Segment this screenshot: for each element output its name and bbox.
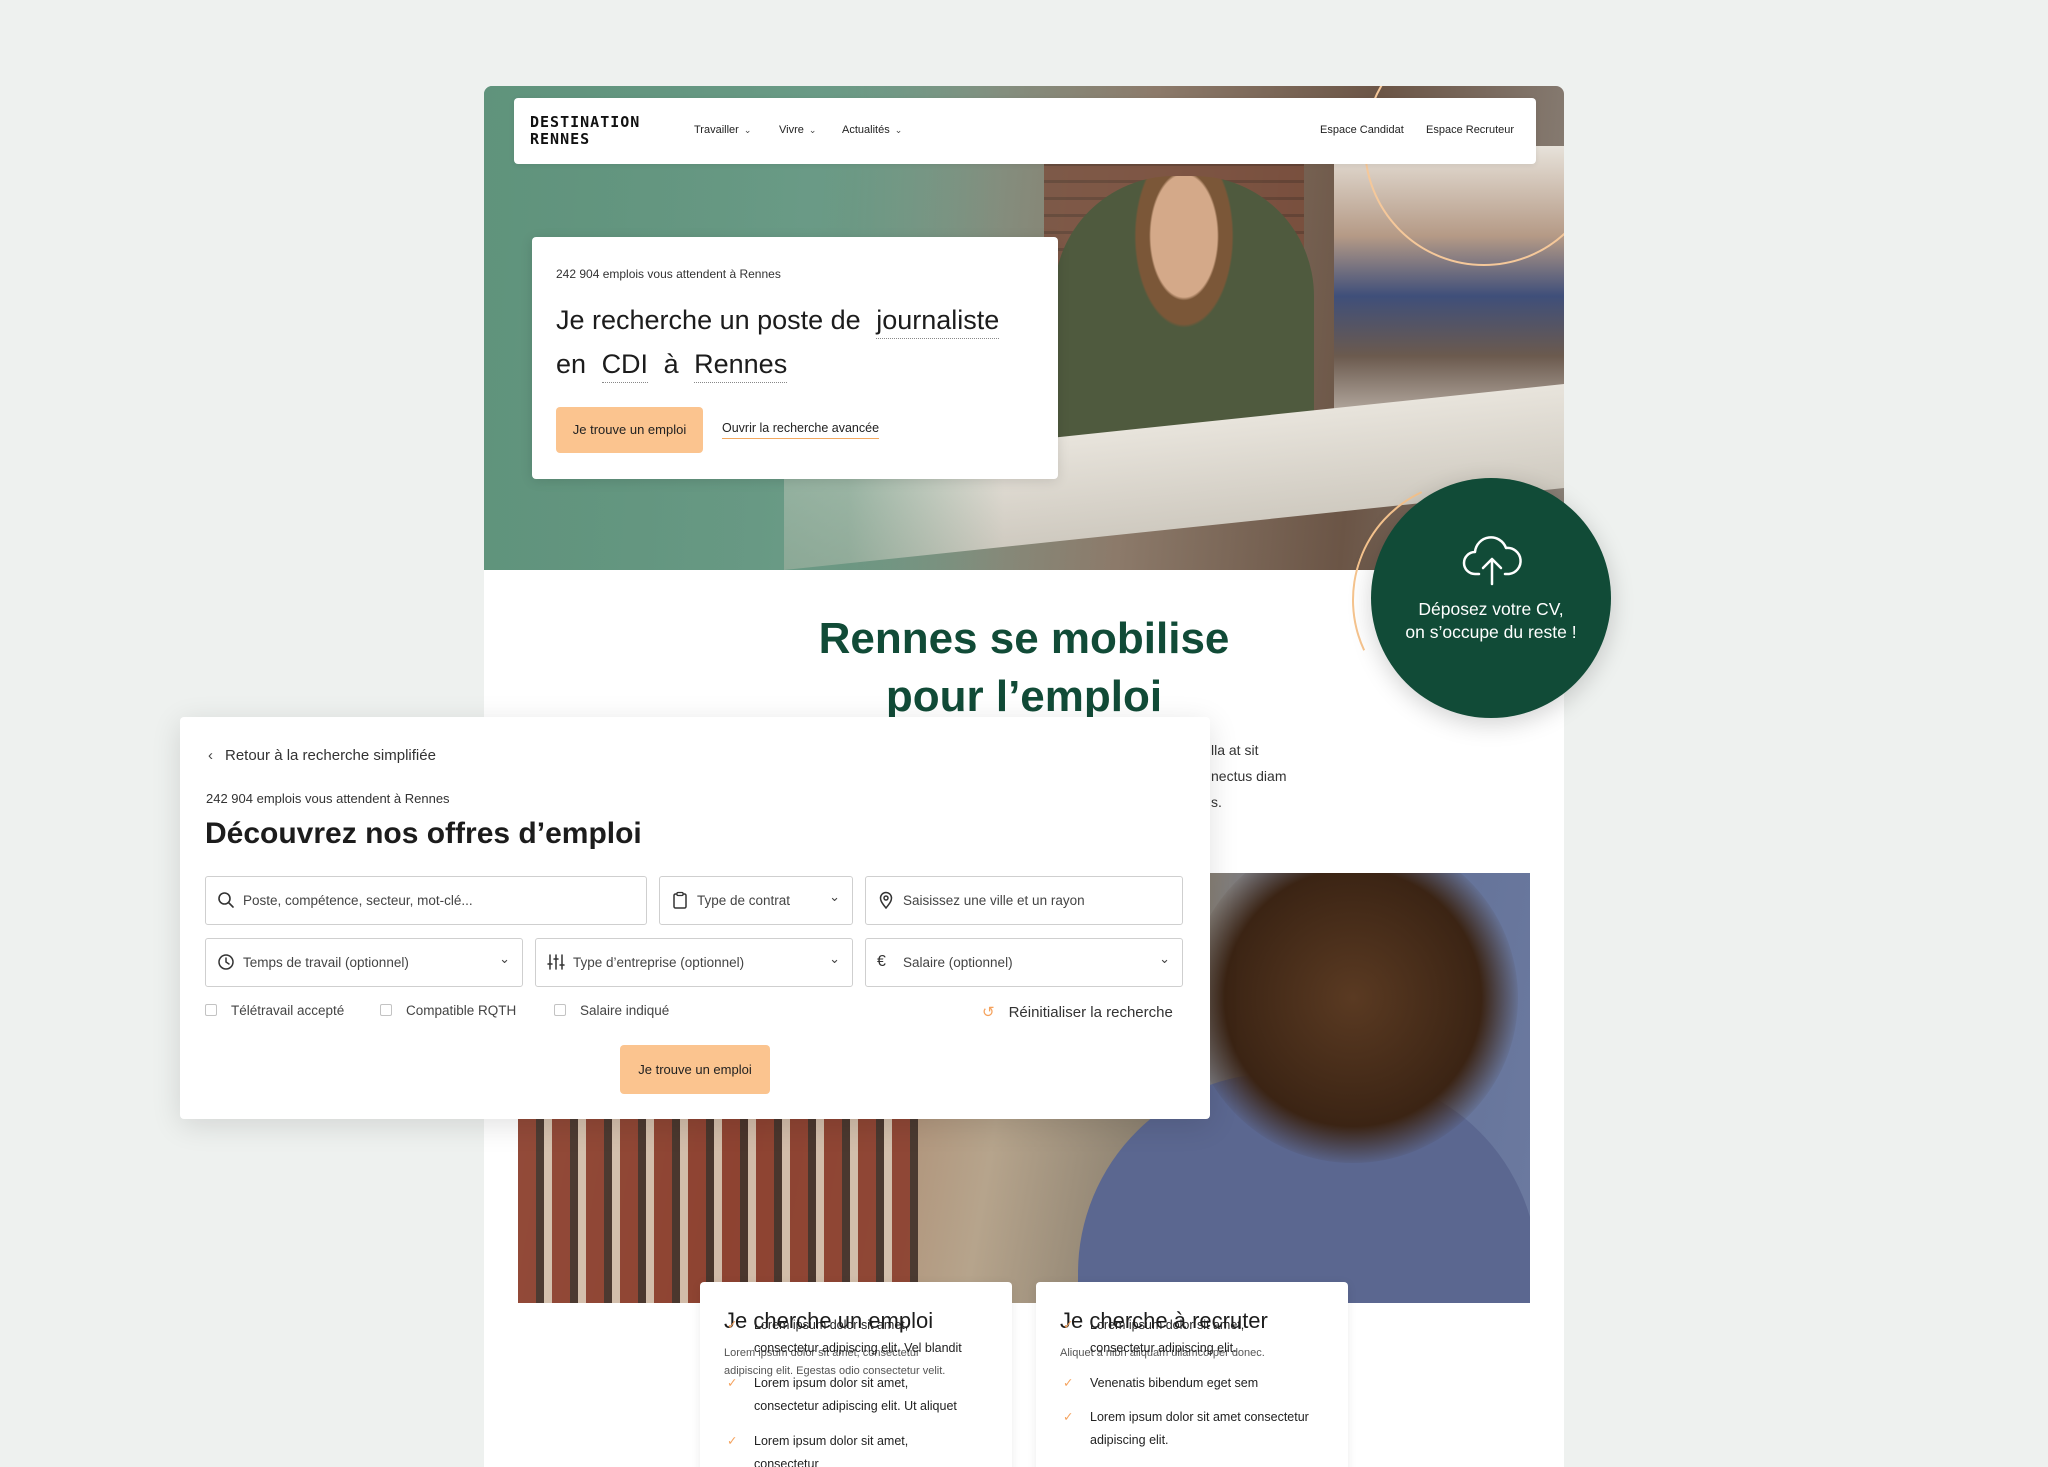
chevron-down-icon: ⌄ xyxy=(808,125,817,135)
nav-espace-candidat[interactable]: Espace Candidat xyxy=(1320,124,1404,136)
map-pin-icon xyxy=(879,891,893,909)
hero-banner: DESTINATION RENNES Travailler ⌄ Vivre ⌄ Ac… xyxy=(484,86,1564,570)
nav-item-actualites[interactable]: Actualités ⌄ xyxy=(842,124,902,136)
nav-espace-recruteur[interactable]: Espace Recruteur xyxy=(1426,124,1514,136)
work-time-select[interactable]: Temps de travail (optionnel) ⌄ xyxy=(205,938,523,987)
check-icon: ✓ xyxy=(1063,1410,1074,1424)
section-paragraph-line: nectus diam xyxy=(1211,768,1287,784)
section-paragraph-line: lla at sit xyxy=(1211,742,1259,758)
salary-shown-checkbox[interactable]: Salaire indiqué xyxy=(554,1003,669,1018)
upload-cv-label: Déposez votre CV, on s’occupe du reste ! xyxy=(1405,599,1577,642)
chevron-left-icon: ‹ xyxy=(208,747,213,764)
chevron-down-icon: ⌄ xyxy=(894,125,903,135)
advanced-search-link[interactable]: Ouvrir la recherche avancée xyxy=(722,421,880,439)
advanced-search-panel: ‹ Retour à la recherche simplifiée 242 90… xyxy=(180,717,1210,1119)
list-item: ✓ Venenatis bibendum eget sem xyxy=(1063,1372,1340,1395)
clock-icon xyxy=(218,954,234,970)
salary-select[interactable]: € Salaire (optionnel) ⌄ xyxy=(865,938,1183,987)
top-navigation-bar: DESTINATION RENNES Travailler ⌄ Vivre ⌄ Ac… xyxy=(514,98,1536,164)
search-icon xyxy=(218,892,234,908)
checkbox-box[interactable] xyxy=(380,1004,392,1016)
cloud-upload-icon xyxy=(1462,536,1522,586)
check-icon: ✓ xyxy=(1063,1376,1074,1390)
checkbox-box[interactable] xyxy=(205,1004,217,1016)
list-item: ✓ Lorem ipsum dolor sit amet, consectetur … xyxy=(727,1314,994,1360)
clipboard-icon xyxy=(673,891,687,909)
list-item: ✓ Lorem ipsum dolor sit amet, consectetur xyxy=(727,1430,994,1467)
checkbox-box[interactable] xyxy=(554,1004,566,1016)
nav-item-vivre[interactable]: Vivre ⌄ xyxy=(779,124,816,136)
check-icon: ✓ xyxy=(727,1376,738,1390)
find-job-button[interactable]: Je trouve un emploi xyxy=(556,407,703,453)
logo-line-2: RENNES xyxy=(530,130,591,148)
list-item: ✓ Lorem ipsum dolor sit amet, consectetur … xyxy=(727,1372,994,1418)
city-input[interactable]: Rennes xyxy=(694,349,788,383)
sliders-icon xyxy=(547,954,565,970)
quick-search-card: 242 904 emplois vous attendent à Rennes … xyxy=(532,237,1058,479)
keyword-search-input[interactable]: Poste, compétence, secteur, mot-clé... xyxy=(205,876,647,925)
job-count: 242 904 emplois vous attendent à Rennes xyxy=(206,791,450,806)
contract-type-select[interactable]: Type de contrat ⌄ xyxy=(659,876,853,925)
job-title-input[interactable]: journaliste xyxy=(876,305,1000,339)
euro-icon: € xyxy=(877,953,886,970)
find-job-button[interactable]: Je trouve un emploi xyxy=(620,1045,770,1094)
list-item: ✓ Lorem ipsum dolor sit amet, consectetur … xyxy=(1063,1314,1340,1360)
job-count: 242 904 emplois vous attendent à Rennes xyxy=(556,267,781,281)
site-logo[interactable]: DESTINATION RENNES xyxy=(530,114,640,148)
location-input[interactable]: Saisissez une ville et un rayon xyxy=(865,876,1183,925)
remote-work-checkbox[interactable]: Télétravail accepté xyxy=(205,1003,344,1018)
back-to-simple-search-link[interactable]: ‹ Retour à la recherche simplifiée xyxy=(208,747,436,764)
logo-line-1: DESTINATION xyxy=(530,113,641,131)
chevron-down-icon: ⌄ xyxy=(829,889,840,904)
chevron-down-icon: ⌄ xyxy=(743,125,752,135)
section-paragraph-line: s. xyxy=(1211,794,1222,810)
chevron-down-icon: ⌄ xyxy=(1159,951,1170,966)
chevron-down-icon: ⌄ xyxy=(499,951,510,966)
search-sentence-line-1: Je recherche un poste de journaliste xyxy=(556,305,1000,339)
company-type-select[interactable]: Type d’entreprise (optionnel) ⌄ xyxy=(535,938,853,987)
check-icon: ✓ xyxy=(727,1318,738,1332)
list-item: ✓ Lorem ipsum dolor sit amet consectetur a… xyxy=(1063,1406,1340,1452)
nav-item-travailler[interactable]: Travailler ⌄ xyxy=(694,124,751,136)
panel-title: Découvrez nos offres d’emploi xyxy=(205,817,642,850)
check-icon: ✓ xyxy=(727,1434,738,1448)
check-icon: ✓ xyxy=(1063,1318,1074,1332)
upload-cv-button[interactable]: Déposez votre CV, on s’occupe du reste ! xyxy=(1371,478,1611,718)
search-sentence-line-2: en CDI à Rennes xyxy=(556,349,788,383)
chevron-down-icon: ⌄ xyxy=(829,951,840,966)
reset-icon: ↺ xyxy=(982,1004,995,1021)
contract-select[interactable]: CDI xyxy=(601,349,649,383)
rqth-checkbox[interactable]: Compatible RQTH xyxy=(380,1003,516,1018)
reset-search-button[interactable]: ↺ Réinitialiser la recherche xyxy=(982,1003,1173,1021)
